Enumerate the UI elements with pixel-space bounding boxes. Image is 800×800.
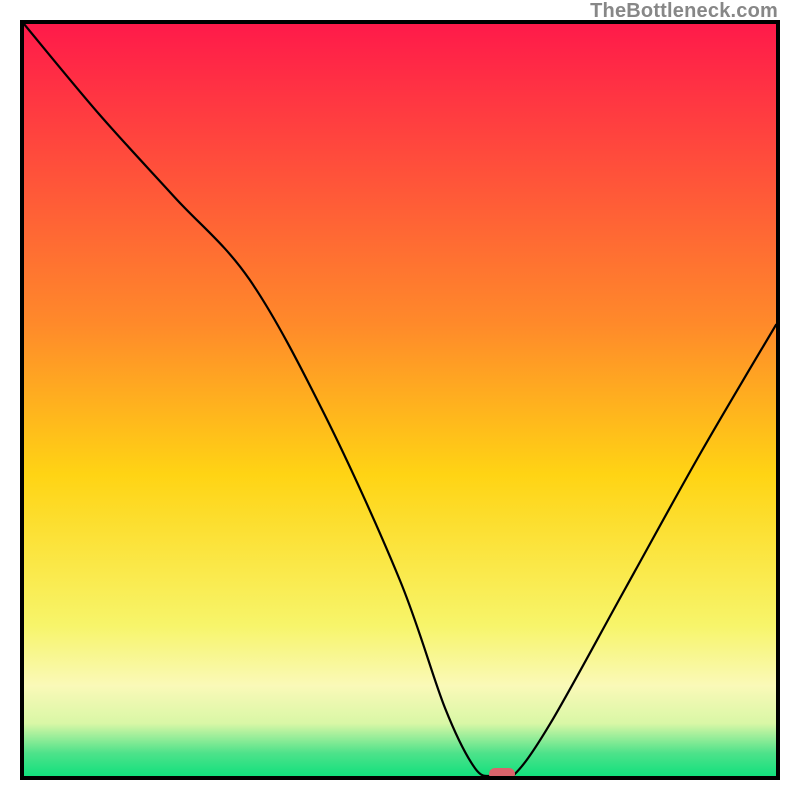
curve-layer <box>24 24 776 776</box>
chart-container: TheBottleneck.com <box>0 0 800 800</box>
bottleneck-curve <box>24 24 776 776</box>
plot-area <box>20 20 780 780</box>
minimum-marker <box>489 768 515 780</box>
